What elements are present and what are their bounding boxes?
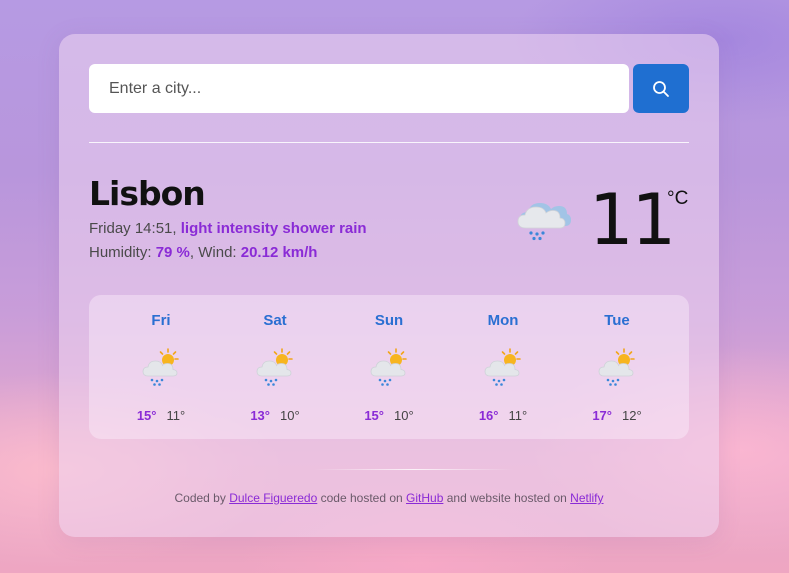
forecast-panel: Fri 15° 11° Sat 13° 10° Sun 15° 10° Mon 16°… [89, 295, 689, 439]
forecast-day-name: Sat [263, 312, 287, 329]
divider [89, 142, 689, 143]
search-form [89, 64, 689, 113]
forecast-min-temp: 10° [280, 408, 300, 423]
forecast-temps: 13° 10° [218, 408, 332, 423]
wind-value: 20.12 km/h [240, 244, 318, 261]
forecast-min-temp: 11° [508, 408, 528, 423]
humidity-value: 79 % [155, 244, 190, 261]
forecast-day: Mon 16° 11° [446, 295, 560, 439]
forecast-temps: 15° 11° [104, 408, 218, 423]
wind-label: Wind: [198, 244, 237, 261]
footer-code-hosted: code hosted on [320, 491, 403, 505]
search-icon [653, 80, 669, 97]
forecast-min-temp: 12° [622, 408, 642, 423]
forecast-day: Fri 15° 11° [104, 295, 218, 439]
city-name: Lisbon [89, 174, 206, 213]
github-link[interactable]: GitHub [406, 491, 443, 505]
forecast-temps: 16° 11° [446, 408, 560, 423]
search-input[interactable] [89, 64, 629, 113]
footer-coded-by: Coded by [174, 491, 226, 505]
forecast-day: Sun 15° 10° [332, 295, 446, 439]
forecast-max-temp: 15° [136, 408, 157, 423]
weather-card: Lisbon Friday 14:51, light intensity sho… [59, 34, 719, 537]
forecast-min-temp: 10° [394, 408, 414, 423]
sun-cloud-rain-icon [254, 347, 296, 387]
sun-cloud-rain-icon [482, 347, 524, 387]
forecast-day: Sat 13° 10° [218, 295, 332, 439]
forecast-temps: 17° 12° [560, 408, 674, 423]
forecast-day-name: Sun [374, 312, 404, 329]
sun-cloud-rain-icon [596, 347, 638, 387]
forecast-day-name: Mon [487, 312, 519, 329]
search-button[interactable] [633, 64, 689, 113]
forecast-max-temp: 15° [364, 408, 384, 423]
netlify-link[interactable]: Netlify [570, 491, 603, 505]
rain-cloud-icon [517, 203, 571, 241]
forecast-temps: 15° 10° [332, 408, 446, 423]
footer-website-hosted: and website hosted on [446, 491, 567, 505]
humidity-wind-line: Humidity: 79 %, Wind: 20.12 km/h [89, 244, 318, 261]
forecast-min-temp: 11° [166, 408, 186, 423]
date-description-line: Friday 14:51, light intensity shower rai… [89, 220, 367, 237]
forecast-max-temp: 16° [478, 408, 499, 423]
current-datetime: Friday 14:51 [89, 220, 173, 237]
current-temperature: 11 [589, 179, 676, 261]
humidity-label: Humidity: [89, 244, 152, 261]
forecast-max-temp: 17° [592, 408, 612, 423]
footer-divider [314, 469, 514, 470]
sun-cloud-rain-icon [140, 347, 182, 387]
forecast-day-name: Fri [151, 312, 171, 329]
temperature-unit: °C [667, 188, 689, 209]
sun-cloud-rain-icon [368, 347, 410, 387]
weather-description: light intensity shower rain [180, 220, 367, 237]
forecast-day-name: Tue [604, 312, 630, 329]
author-link[interactable]: Dulce Figueredo [229, 491, 317, 505]
forecast-max-temp: 13° [250, 408, 270, 423]
footer: Coded by Dulce Figueredo code hosted on … [59, 491, 719, 505]
forecast-day: Tue 17° 12° [560, 295, 674, 439]
